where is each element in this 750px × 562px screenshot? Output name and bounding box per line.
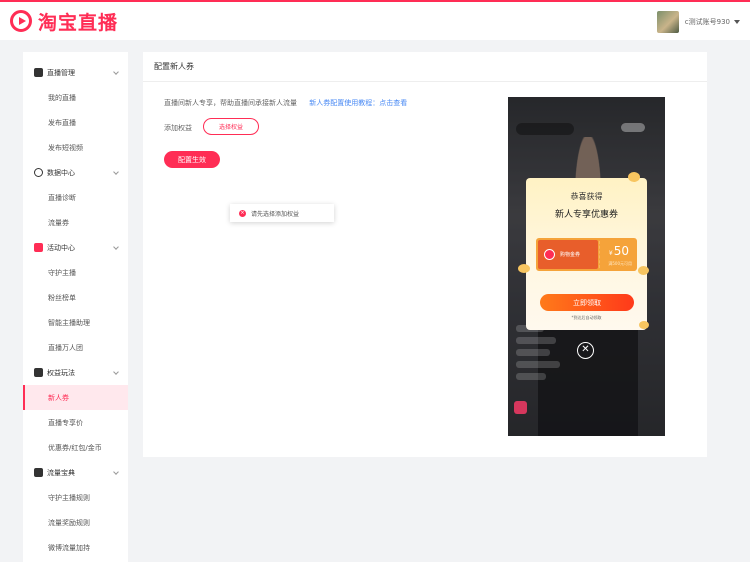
chevron-down-icon bbox=[113, 369, 119, 375]
popup-subtitle: 新人专享优惠券 bbox=[554, 210, 618, 220]
coin-decoration-icon bbox=[518, 264, 530, 273]
user-menu[interactable]: c测试账号930 bbox=[656, 11, 740, 33]
sidebar-item-coupons[interactable]: 优惠券/红包/金币 bbox=[23, 435, 128, 460]
sidebar-group-label: 活动中心 bbox=[47, 243, 75, 252]
close-icon[interactable]: ✕ bbox=[577, 342, 594, 359]
sidebar-item-my-live[interactable]: 我的直播 bbox=[23, 85, 128, 110]
sidebar-item-traffic-voucher[interactable]: 流量券 bbox=[23, 210, 128, 235]
toast-text: 请先选择添加权益 bbox=[251, 210, 300, 218]
sidebar: 直播管理 我的直播 发布直播 发布短视频 数据中心 直播诊断 流量券 活动中心 … bbox=[23, 52, 128, 562]
logo-text: 淘宝直播 bbox=[38, 11, 119, 34]
sidebar-item-exclusive-price[interactable]: 直播专享价 bbox=[23, 410, 128, 435]
claim-note: *到达后自动领取 bbox=[571, 315, 602, 320]
username: c测试账号930 bbox=[684, 18, 730, 26]
chevron-down-icon bbox=[113, 244, 119, 250]
shopping-bag-icon bbox=[514, 401, 527, 414]
book-icon bbox=[34, 468, 43, 477]
description: 直播间新人专享，帮助直播间承接新人流量 新人券配置使用教程：点击查看 bbox=[164, 98, 407, 108]
sidebar-item-guardian-anchor[interactable]: 守护主播 bbox=[23, 260, 128, 285]
sidebar-group-traffic-guide[interactable]: 流量宝典 bbox=[23, 460, 128, 485]
sidebar-item-weibo-boost[interactable]: 微博流量加持 bbox=[23, 535, 128, 560]
coupon-separator bbox=[599, 241, 600, 268]
chevron-down-icon bbox=[734, 20, 740, 24]
sidebar-item-traffic-reward-rules[interactable]: 流量奖励规则 bbox=[23, 510, 128, 535]
sidebar-item-publish-short-video[interactable]: 发布短视频 bbox=[23, 135, 128, 160]
config-panel: 配置新人券 直播间新人专享，帮助直播间承接新人流量 新人券配置使用教程：点击查看… bbox=[143, 52, 707, 457]
data-center-icon bbox=[34, 168, 43, 177]
chevron-down-icon bbox=[113, 169, 119, 175]
description-text: 直播间新人专享，帮助直播间承接新人流量 bbox=[164, 99, 297, 107]
error-icon: × bbox=[239, 209, 246, 217]
sidebar-item-group-buy[interactable]: 直播万人团 bbox=[23, 335, 128, 360]
comment-chip bbox=[516, 373, 546, 380]
sidebar-group-label: 直播管理 bbox=[47, 68, 75, 77]
sidebar-item-fan-ranking[interactable]: 粉丝榜单 bbox=[23, 285, 128, 310]
coupon-icon bbox=[544, 249, 555, 260]
divider bbox=[143, 81, 707, 82]
popup-title: 恭喜获得 bbox=[570, 192, 603, 201]
phone-preview: 恭喜获得 新人专享优惠券 购物金券 ¥50 满500元可用 立即领取 *到达后自… bbox=[508, 97, 665, 436]
sidebar-group-live-manage[interactable]: 直播管理 bbox=[23, 60, 128, 85]
sidebar-group-rights[interactable]: 权益玩法 bbox=[23, 360, 128, 385]
apply-config-button[interactable]: 配置生效 bbox=[164, 151, 220, 168]
coupon-ticket: 购物金券 ¥50 满500元可用 bbox=[536, 238, 637, 271]
comment-chip bbox=[516, 349, 550, 356]
streamer-info-bar bbox=[516, 123, 574, 135]
coupon-popup: 恭喜获得 新人专享优惠券 购物金券 ¥50 满500元可用 立即领取 *到达后自… bbox=[518, 172, 649, 330]
viewer-pill bbox=[621, 123, 645, 132]
error-toast: × 请先选择添加权益 bbox=[230, 204, 334, 222]
coupon-name: 购物金券 bbox=[560, 252, 581, 258]
currency-symbol: ¥ bbox=[608, 250, 613, 257]
sidebar-item-new-user-coupon[interactable]: 新人券 bbox=[23, 385, 128, 410]
chevron-down-icon bbox=[113, 69, 119, 75]
sidebar-group-label: 权益玩法 bbox=[47, 368, 75, 377]
play-logo-icon bbox=[10, 10, 32, 32]
top-header: 淘宝直播 c测试账号930 bbox=[0, 0, 750, 40]
sidebar-item-smart-assistant[interactable]: 智能主播助理 bbox=[23, 310, 128, 335]
chevron-down-icon bbox=[113, 469, 119, 475]
coupon-value: 50 bbox=[613, 244, 629, 258]
coin-decoration-icon bbox=[628, 172, 640, 182]
rights-label: 添加权益 bbox=[164, 124, 192, 132]
sidebar-item-publish-live[interactable]: 发布直播 bbox=[23, 110, 128, 135]
claim-button[interactable]: 立即领取 bbox=[540, 294, 634, 311]
sidebar-item-live-diagnosis[interactable]: 直播诊断 bbox=[23, 185, 128, 210]
comment-chip bbox=[516, 361, 560, 368]
gift-icon bbox=[34, 368, 43, 377]
coupon-amount: ¥50 bbox=[609, 244, 629, 258]
avatar bbox=[656, 11, 679, 33]
coupon-condition: 满500元可用 bbox=[608, 261, 632, 266]
sidebar-group-label: 流量宝典 bbox=[47, 468, 75, 477]
activity-center-icon bbox=[34, 243, 43, 252]
comment-chip bbox=[516, 337, 556, 344]
coin-decoration-icon bbox=[639, 321, 649, 329]
sidebar-item-guardian-rules[interactable]: 守护主播规则 bbox=[23, 485, 128, 510]
coupon-left: 购物金券 bbox=[538, 240, 598, 269]
sidebar-group-label: 数据中心 bbox=[47, 168, 75, 177]
sidebar-group-data-center[interactable]: 数据中心 bbox=[23, 160, 128, 185]
select-rights-button[interactable]: 选择权益 bbox=[203, 118, 259, 135]
taobao-live-logo[interactable]: 淘宝直播 bbox=[10, 8, 118, 35]
tutorial-link[interactable]: 新人券配置使用教程：点击查看 bbox=[309, 99, 407, 107]
coin-decoration-icon bbox=[638, 266, 649, 275]
sidebar-group-activity-center[interactable]: 活动中心 bbox=[23, 235, 128, 260]
page-title: 配置新人券 bbox=[154, 62, 194, 71]
live-manage-icon bbox=[34, 68, 43, 77]
